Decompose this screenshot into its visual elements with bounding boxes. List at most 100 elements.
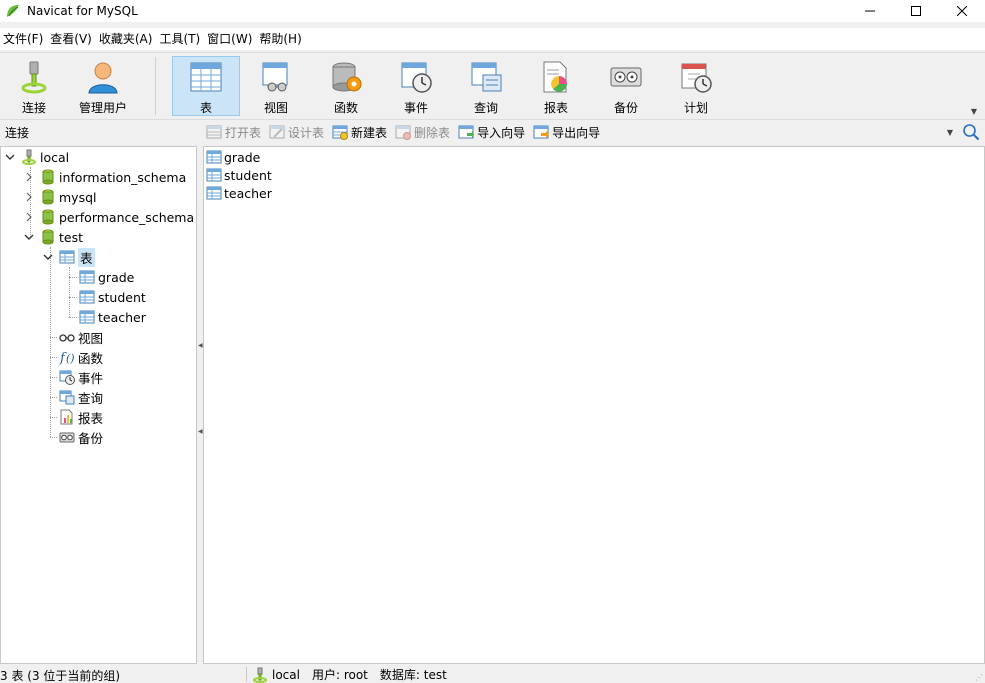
splitter-left-arrow-icon[interactable]: ◀ (198, 428, 203, 436)
tree-functions-label: 函数 (78, 350, 104, 366)
menu-favorites[interactable]: 收藏夹(A) (96, 28, 157, 50)
menu-window[interactable]: 窗口(W) (204, 28, 256, 50)
toolbar-schedule-button[interactable]: 计划 (662, 56, 730, 116)
close-button[interactable] (939, 0, 985, 22)
menu-file[interactable]: 文件(F) (0, 28, 47, 50)
view-icon (258, 59, 294, 94)
status-user: 用户: root (311, 668, 368, 682)
tree-tables-label: 表 (78, 247, 95, 267)
toolbar-report-button[interactable]: 报表 (522, 56, 590, 116)
tree-item-database[interactable]: information_schema (23, 167, 186, 187)
tree-guide-line (50, 437, 57, 438)
design-table-label: 设计表 (288, 125, 325, 140)
table-icon (206, 186, 222, 200)
toolbar-table-label: 表 (199, 101, 212, 115)
collapse-chevron-icon[interactable] (4, 151, 16, 163)
query-icon (468, 59, 504, 94)
toolbar-query-button[interactable]: 查询 (452, 56, 520, 116)
object-table-name: student (224, 167, 272, 183)
menu-help[interactable]: 帮助(H) (256, 28, 305, 50)
tree-events-label: 事件 (78, 370, 104, 386)
tree-item-database-test[interactable]: test (23, 227, 83, 247)
status-database: 数据库: test (379, 668, 447, 682)
toolbar-function-button[interactable]: 函数 (312, 56, 380, 116)
query-icon (58, 389, 75, 406)
open-table-label: 打开表 (225, 125, 262, 140)
toolbar-view-button[interactable]: 视图 (242, 56, 310, 116)
tree-database-label: performance_schema (59, 209, 195, 225)
import-wizard-icon (458, 125, 475, 139)
menu-tools[interactable]: 工具(T) (156, 28, 204, 50)
tree-guide-line (50, 417, 57, 418)
tree-backups-label: 备份 (78, 430, 104, 446)
tree-item-connection-local[interactable]: local (4, 147, 69, 167)
expand-chevron-icon[interactable] (23, 191, 35, 203)
table-icon (78, 309, 95, 326)
tree-item-queries[interactable]: 查询 (58, 387, 103, 407)
tree-guide-line (69, 277, 77, 278)
import-wizard-button[interactable]: 导入向导 (458, 124, 525, 141)
tree-guide-line (50, 247, 51, 437)
tree-item-table[interactable]: student (78, 287, 146, 307)
tree-table-label: student (98, 289, 146, 305)
tree-item-tables-group[interactable]: 表 (42, 247, 95, 267)
resize-grip-icon[interactable]: ⋰ (975, 673, 983, 682)
toolbar-view-label: 视图 (263, 101, 288, 115)
tree-views-label: 视图 (78, 330, 104, 346)
toolbar-table-button[interactable]: 表 (172, 56, 240, 116)
export-wizard-icon (533, 125, 550, 139)
toolbar-event-label: 事件 (403, 101, 428, 115)
search-icon[interactable] (962, 123, 980, 141)
main-toolbar: 连接 管理用户 表 视图 函数 事件 查询 报表 备份 计划 ▼ (0, 52, 985, 118)
toolbar-backup-button[interactable]: 备份 (592, 56, 660, 116)
tree-item-table[interactable]: grade (78, 267, 134, 287)
collapse-chevron-icon[interactable] (23, 231, 35, 243)
export-wizard-label: 导出向导 (552, 125, 601, 140)
delete-table-button[interactable]: 删除表 (395, 124, 450, 141)
collapse-chevron-icon[interactable] (42, 251, 54, 263)
object-item-table[interactable]: teacher (206, 184, 272, 202)
open-table-button[interactable]: 打开表 (206, 124, 261, 141)
menu-bar: 文件(F) 查看(V) 收藏夹(A) 工具(T) 窗口(W) 帮助(H) (0, 28, 985, 50)
expand-chevron-icon[interactable] (23, 171, 35, 183)
tree-item-database[interactable]: performance_schema (23, 207, 194, 227)
export-wizard-button[interactable]: 导出向导 (533, 124, 600, 141)
connection-icon (16, 59, 52, 94)
tree-guide-line (69, 267, 70, 317)
maximize-icon (911, 6, 921, 16)
tree-guide-line (50, 357, 57, 358)
tree-guide-line (50, 397, 57, 398)
new-table-button[interactable]: 新建表 (332, 124, 387, 141)
maximize-button[interactable] (893, 0, 939, 22)
toolbar-user-button[interactable]: 管理用户 (69, 56, 137, 116)
design-table-button[interactable]: 设计表 (269, 124, 324, 141)
backup-icon (608, 59, 644, 94)
minimize-button[interactable] (847, 0, 893, 22)
menu-view[interactable]: 查看(V) (47, 28, 96, 50)
window-title: Navicat for MySQL (27, 4, 138, 18)
title-bar: Navicat for MySQL (0, 0, 985, 22)
tree-database-label: information_schema (59, 169, 187, 185)
toolbar-overflow-chevron-icon[interactable]: ▼ (971, 107, 977, 116)
table-icon (206, 168, 222, 182)
splitter-left-arrow-icon[interactable]: ◀ (198, 342, 203, 350)
view-options-chevron-icon[interactable]: ▼ (947, 128, 953, 137)
minimize-icon (865, 10, 875, 12)
new-table-label: 新建表 (351, 125, 388, 140)
object-item-table[interactable]: student (206, 166, 272, 184)
tree-item-events[interactable]: 事件 (58, 367, 103, 387)
toolbar-function-label: 函数 (333, 101, 358, 115)
tree-item-backups[interactable]: 备份 (58, 427, 103, 447)
tree-item-views[interactable]: 视图 (58, 327, 103, 347)
tree-reports-label: 报表 (78, 410, 104, 426)
toolbar-event-button[interactable]: 事件 (382, 56, 450, 116)
tree-item-reports[interactable]: 报表 (58, 407, 103, 427)
tree-item-database[interactable]: mysql (23, 187, 97, 207)
database-icon (39, 229, 56, 246)
expand-chevron-icon[interactable] (23, 211, 35, 223)
tree-item-functions[interactable]: f() 函数 (58, 347, 104, 367)
object-item-table[interactable]: grade (206, 148, 260, 166)
connection-icon (253, 667, 267, 683)
toolbar-connection-button[interactable]: 连接 (0, 56, 68, 116)
tree-item-table[interactable]: teacher (78, 307, 146, 327)
